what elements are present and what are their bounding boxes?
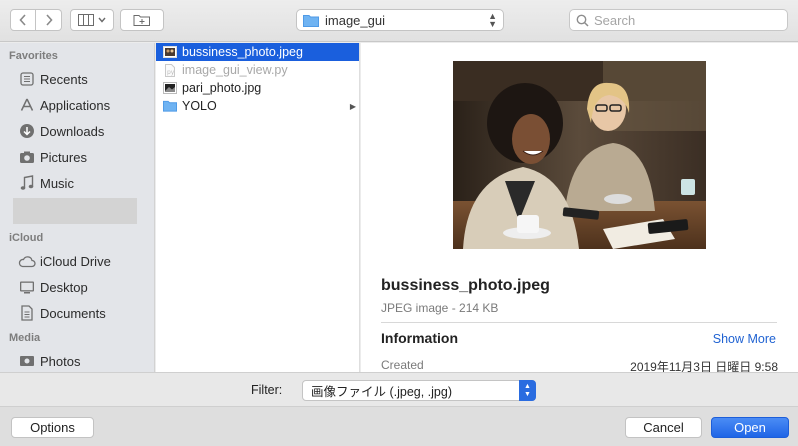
preview-file-title: bussiness_photo.jpeg: [381, 277, 550, 294]
preview-file-kind-size: JPEG image - 214 KB: [381, 301, 499, 315]
cloud-icon: [18, 252, 36, 270]
desktop-icon: [18, 278, 36, 296]
document-icon: [18, 304, 36, 322]
folder-icon: [303, 14, 319, 27]
search-field[interactable]: [569, 9, 788, 31]
updown-chevron-icon: ▲ ▼: [519, 380, 536, 401]
sidebar-item-pictures[interactable]: Pictures: [0, 144, 154, 170]
chevron-right-icon: [45, 14, 53, 26]
sidebar-item-label: Recents: [40, 71, 88, 87]
sidebar-item-label: Photos: [40, 353, 81, 369]
created-value: 2019年11月3日 日曜日 9:58: [630, 360, 778, 372]
dialog-button-bar: Options Cancel Open: [0, 406, 798, 446]
preview-pane: bussiness_photo.jpeg JPEG image - 214 KB…: [361, 43, 798, 372]
file-row-pari-photo[interactable]: pari_photo.jpg: [156, 79, 359, 97]
download-icon: [18, 122, 36, 140]
show-more-link[interactable]: Show More: [713, 332, 776, 346]
created-label: Created: [381, 358, 424, 372]
file-browser-column: bussiness_photo.jpeg py image_gui_view.p…: [156, 43, 360, 372]
camera-icon: [18, 148, 36, 166]
file-name: pari_photo.jpg: [182, 81, 262, 95]
back-button[interactable]: [10, 9, 36, 31]
folder-icon: [163, 100, 177, 112]
script-file-icon: py: [163, 63, 177, 77]
location-popup[interactable]: image_gui ▲ ▼: [296, 9, 504, 31]
chevron-left-icon: [19, 14, 26, 26]
photos-icon: [18, 352, 36, 370]
filter-bar: Filter: 画像ファイル (.jpeg, .jpg) ▲ ▼: [0, 372, 798, 406]
sidebar-item-label: Pictures: [40, 149, 87, 165]
sidebar-item-documents[interactable]: Documents: [0, 300, 154, 326]
information-heading: Information: [381, 330, 458, 346]
sidebar-item-label: iCloud Drive: [40, 253, 111, 269]
updown-chevron-icon: ▲ ▼: [488, 11, 497, 29]
sidebar-item-label: Applications: [40, 97, 111, 113]
sidebar-section-icloud: iCloud: [9, 232, 44, 244]
file-name: YOLO: [182, 99, 217, 113]
location-label: image_gui: [325, 12, 385, 28]
disclosure-arrow-icon: ▶: [349, 101, 356, 111]
divider: [381, 322, 777, 323]
file-row-yolo-folder[interactable]: YOLO ▶: [156, 97, 359, 115]
clock-icon: [18, 70, 36, 88]
file-name: image_gui_view.py: [182, 63, 288, 77]
search-input[interactable]: [594, 12, 774, 28]
sidebar-item-photos[interactable]: Photos: [0, 348, 154, 372]
sidebar-section-media: Media: [9, 332, 41, 344]
columns-view-icon: [78, 14, 94, 26]
chevron-down-icon: [98, 17, 106, 23]
music-note-icon: [18, 174, 36, 192]
options-button[interactable]: Options: [11, 417, 94, 438]
search-icon: [576, 14, 589, 27]
forward-button[interactable]: [36, 9, 62, 31]
file-row-bussiness-photo[interactable]: bussiness_photo.jpeg: [156, 43, 359, 61]
sidebar-item-redacted[interactable]: [13, 198, 137, 224]
sidebar-item-music[interactable]: Music: [0, 170, 154, 196]
view-mode-button[interactable]: [70, 9, 114, 31]
filter-select[interactable]: 画像ファイル (.jpeg, .jpg) ▲ ▼: [302, 380, 536, 401]
new-folder-icon: [133, 15, 150, 26]
svg-text:py: py: [167, 69, 175, 76]
sidebar-item-applications[interactable]: Applications: [0, 92, 154, 118]
preview-image: [453, 61, 706, 249]
sidebar-item-desktop[interactable]: Desktop: [0, 274, 154, 300]
sidebar-item-label: Music: [40, 175, 74, 191]
sidebar-section-favorites: Favorites: [9, 50, 58, 62]
sidebar-item-icloud-drive[interactable]: iCloud Drive: [0, 248, 154, 274]
new-folder-button[interactable]: [120, 9, 164, 31]
cancel-button[interactable]: Cancel: [625, 417, 702, 438]
sidebar-item-downloads[interactable]: Downloads: [0, 118, 154, 144]
sidebar-item-label: Desktop: [40, 279, 88, 295]
sidebar-item-label: Documents: [40, 305, 106, 321]
file-row-image-gui-view: py image_gui_view.py: [156, 61, 359, 79]
sidebar: Favorites Recents Applications Downloads…: [0, 43, 155, 372]
applications-icon: [18, 96, 36, 114]
image-file-icon: [163, 82, 177, 94]
sidebar-item-label: Downloads: [40, 123, 105, 139]
sidebar-item-recents[interactable]: Recents: [0, 66, 154, 92]
filter-selected-value: 画像ファイル (.jpeg, .jpg): [311, 385, 453, 399]
file-name: bussiness_photo.jpeg: [182, 45, 303, 59]
filter-label: Filter:: [251, 383, 283, 397]
open-button[interactable]: Open: [711, 417, 789, 438]
image-file-icon: [163, 46, 177, 58]
toolbar: image_gui ▲ ▼: [0, 0, 798, 42]
